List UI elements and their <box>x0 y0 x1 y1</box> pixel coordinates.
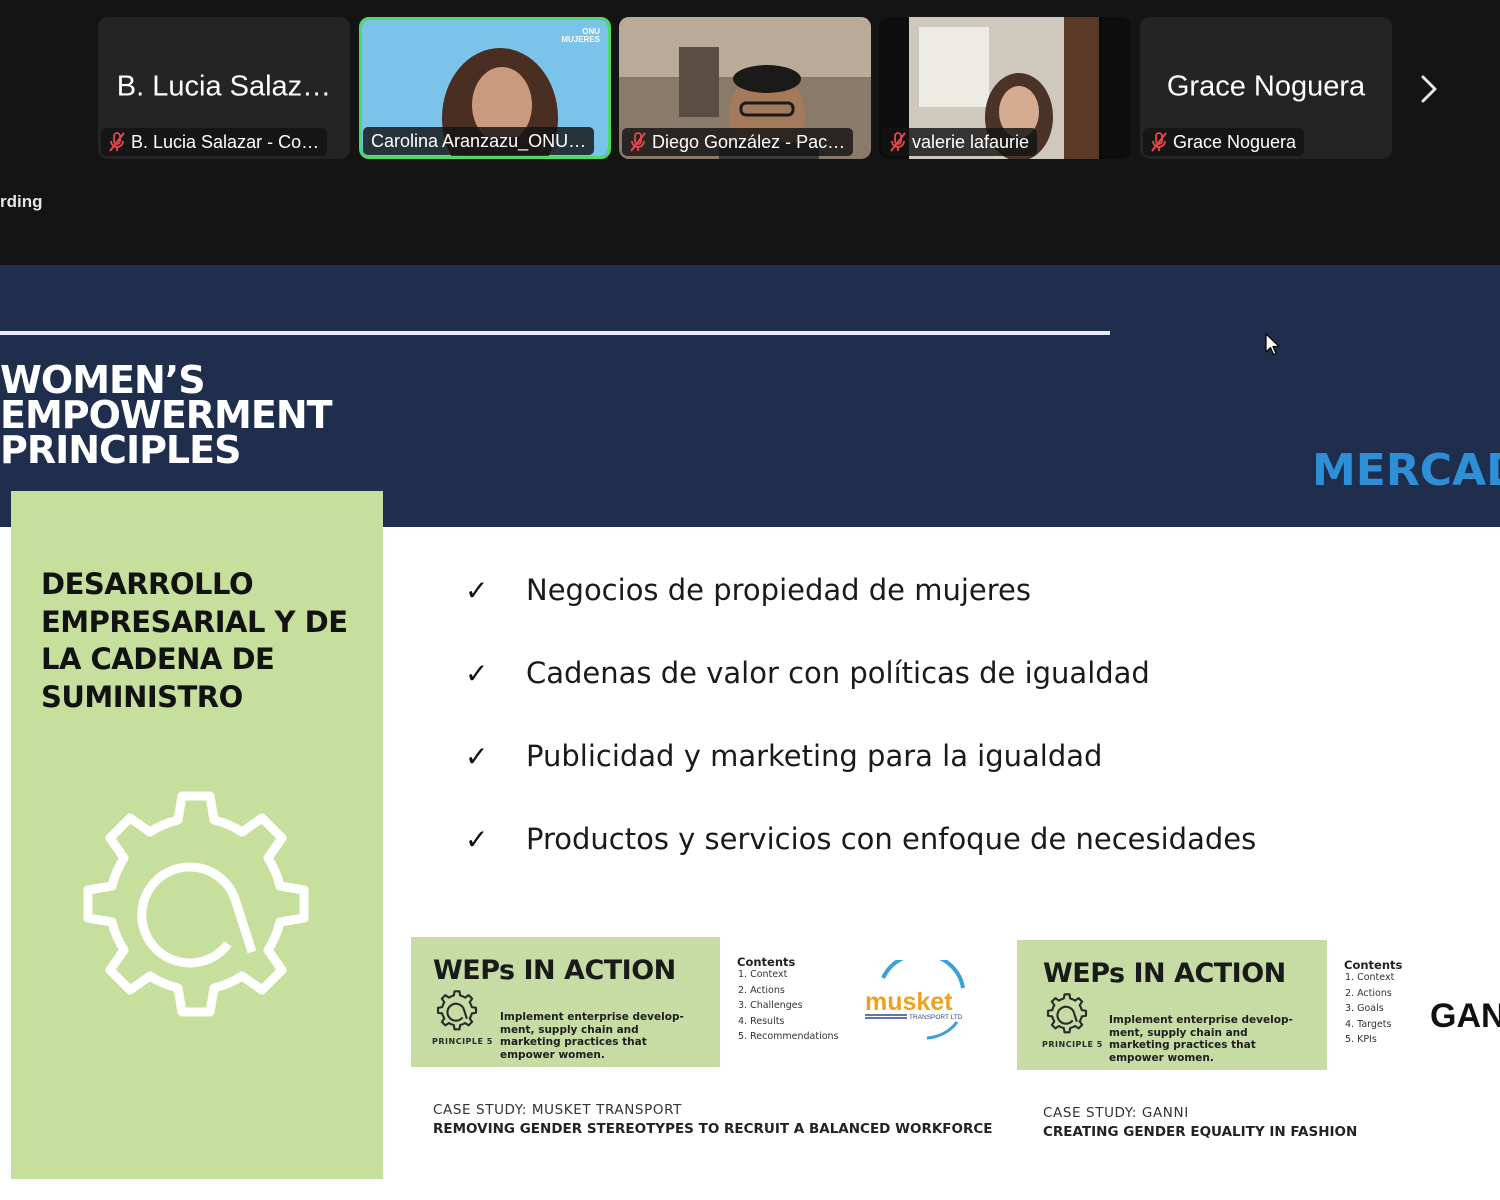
participant-label-text: Grace Noguera <box>1173 131 1297 152</box>
gear-icon <box>71 783 321 1037</box>
shared-screen-slide: WOMEN’S EMPOWERMENT PRINCIPLES MERCAD DE… <box>0 265 1500 1200</box>
svg-text:musket: musket <box>865 988 953 1016</box>
case-study-subtitle: REMOVING GENDER STEREOTYPES TO RECRUIT A… <box>433 1121 993 1137</box>
musket-logo: musket TRANSPORT LTD <box>865 952 975 1040</box>
participant-label-text: Carolina Aranzazu_ONU… <box>371 130 587 151</box>
participant-tile-active[interactable]: ONU MUJERES Carolina Aranzazu_ONU… <box>359 17 611 159</box>
principle-panel: DESARROLLO EMPRESARIAL Y DE LA CADENA DE… <box>11 491 383 1179</box>
checkmark-icon: ✓ <box>465 573 489 607</box>
checkmark-icon: ✓ <box>465 822 489 856</box>
list-item: ✓ Publicidad y marketing para la igualda… <box>465 739 1103 773</box>
participant-label: Grace Noguera <box>1143 128 1305 156</box>
mic-off-icon <box>630 132 646 152</box>
mouse-pointer-icon <box>1265 333 1281 361</box>
participant-tile[interactable]: Grace Noguera Grace Noguera <box>1140 17 1392 159</box>
card-title: WEPs IN ACTION <box>1043 958 1286 989</box>
participant-label: Diego González - Pac… <box>622 128 854 156</box>
checkmark-icon: ✓ <box>465 739 489 773</box>
card-contents: Contents 1. Context 2. Actions 3. Goals … <box>1327 940 1446 1070</box>
mic-off-icon <box>890 132 906 152</box>
mic-off-icon <box>1151 132 1167 152</box>
participant-name: B. Lucia Salaz… <box>116 70 332 103</box>
checkmark-icon: ✓ <box>465 656 489 690</box>
gear-icon <box>435 989 479 1037</box>
gear-icon <box>1045 992 1089 1040</box>
panel-title: DESARROLLO EMPRESARIAL Y DE LA CADENA DE… <box>41 567 348 714</box>
participant-name: Grace Noguera <box>1166 70 1366 103</box>
list-item: ✓ Negocios de propiedad de mujeres <box>465 573 1032 607</box>
participant-label: valerie lafaurie <box>882 128 1038 156</box>
participant-label: Carolina Aranzazu_ONU… <box>363 127 595 155</box>
case-study-card-ganni: WEPs IN ACTION PRINCIPLE 5 Implement ent… <box>1017 940 1446 1070</box>
list-item: ✓ Cadenas de valor con políticas de igua… <box>465 656 1150 690</box>
card-description: Implement enterprise develop-ment, suppl… <box>500 1011 684 1061</box>
principle-label: PRINCIPLE 5 <box>1042 1040 1103 1049</box>
case-study-caption: CASE STUDY: GANNI <box>1043 1105 1189 1121</box>
case-study-subtitle: CREATING GENDER EQUALITY IN FASHION <box>1043 1124 1358 1140</box>
participant-tile[interactable]: Diego González - Pac… <box>619 17 871 159</box>
partner-logo-text: MERCAD <box>1312 445 1500 496</box>
list-item: ✓ Productos y servicios con enfoque de n… <box>465 822 1257 856</box>
recording-status: rding <box>0 192 43 211</box>
participant-label-text: Diego González - Pac… <box>652 131 846 152</box>
mic-off-icon <box>109 132 125 152</box>
case-study-caption: CASE STUDY: MUSKET TRANSPORT <box>433 1102 682 1118</box>
participant-tile[interactable]: valerie lafaurie <box>879 17 1131 159</box>
principle-label: PRINCIPLE 5 <box>432 1037 493 1046</box>
card-title: WEPs IN ACTION <box>433 955 676 986</box>
svg-text:TRANSPORT LTD: TRANSPORT LTD <box>909 1014 963 1021</box>
card-description: Implement enterprise develop-ment, suppl… <box>1109 1014 1293 1064</box>
participant-label-text: B. Lucia Salazar - Co… <box>131 131 320 152</box>
ganni-logo: GAN <box>1430 997 1500 1035</box>
chevron-right-icon[interactable] <box>1415 72 1443 106</box>
participant-label: B. Lucia Salazar - Co… <box>101 128 328 156</box>
svg-text:MUJERES: MUJERES <box>561 35 600 44</box>
participant-strip: B. Lucia Salaz… B. Lucia Salazar - Co… O… <box>0 0 1500 265</box>
participant-tile[interactable]: B. Lucia Salaz… B. Lucia Salazar - Co… <box>98 17 350 159</box>
header-divider <box>0 331 1110 335</box>
participant-label-text: valerie lafaurie <box>912 131 1030 152</box>
weps-logo-text: WOMEN’S EMPOWERMENT PRINCIPLES <box>0 358 333 472</box>
